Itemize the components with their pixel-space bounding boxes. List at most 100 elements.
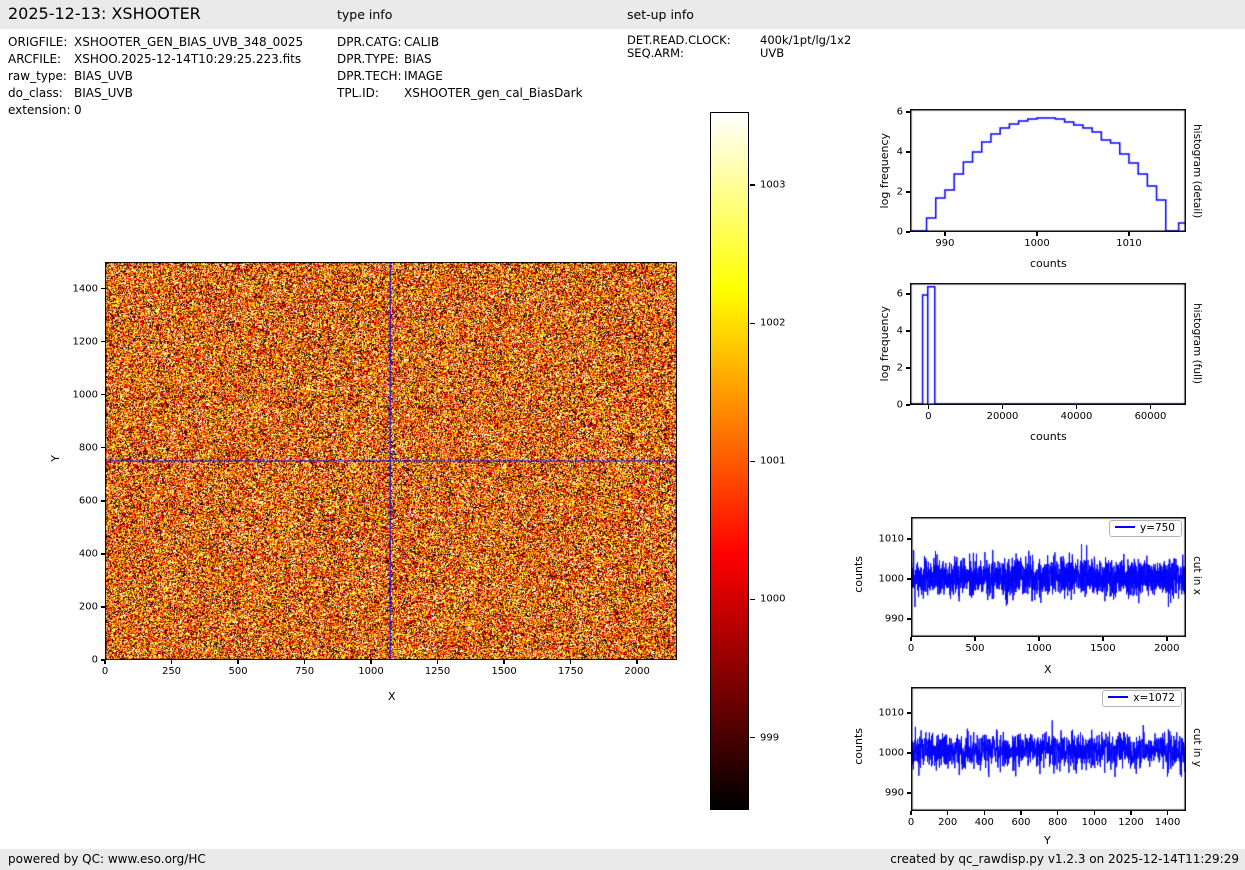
x-tick xyxy=(1166,637,1168,641)
field-label: extension: xyxy=(8,102,74,119)
cut-x-side-label: cut in x xyxy=(1191,556,1203,595)
x-tick-label: 1400 xyxy=(1155,817,1180,828)
x-tick xyxy=(1057,811,1059,815)
x-tick xyxy=(237,660,239,664)
legend-line-sample xyxy=(1115,526,1135,528)
legend-label: y=750 xyxy=(1140,522,1175,534)
colorbar-tick xyxy=(750,184,755,186)
y-tick-label: 800 xyxy=(79,442,98,453)
field-value: BIAS_UVB xyxy=(74,69,133,83)
x-tick-label: 0 xyxy=(925,411,931,422)
x-tick-label: 1010 xyxy=(1116,238,1141,249)
x-tick xyxy=(1128,232,1130,236)
main-y-axis-label: Y xyxy=(49,455,62,462)
section-header-setup-info: set-up info xyxy=(627,7,694,22)
field-value: XSHOOTER_gen_cal_BiasDark xyxy=(404,86,583,100)
colorbar-tick-label: 999 xyxy=(760,732,779,743)
y-tick-label: 1400 xyxy=(73,283,98,294)
x-tick xyxy=(1150,405,1152,409)
histogram-detail-canvas xyxy=(910,109,1186,232)
y-tick-label: 1000 xyxy=(73,389,98,400)
x-tick xyxy=(171,660,173,664)
file-info-row: ARCFILE:XSHOO.2025-12-14T10:29:25.223.fi… xyxy=(8,51,303,68)
x-tick-label: 990 xyxy=(935,238,954,249)
bias-image-canvas xyxy=(105,262,677,660)
field-value: BIAS xyxy=(404,52,432,66)
x-tick xyxy=(1002,405,1004,409)
y-tick xyxy=(906,367,910,369)
x-tick-label: 1500 xyxy=(491,666,516,677)
footer-left-text: powered by QC: www.eso.org/HC xyxy=(8,852,206,866)
field-label: TPL.ID: xyxy=(337,85,404,102)
field-value: CALIB xyxy=(404,35,439,49)
y-tick xyxy=(907,752,911,754)
y-tick-label: 0 xyxy=(897,226,903,237)
file-info-row: ORIGFILE:XSHOOTER_GEN_BIAS_UVB_348_0025 xyxy=(8,34,303,51)
x-tick-label: 1000 xyxy=(358,666,383,677)
y-tick xyxy=(906,151,910,153)
x-tick-label: 1250 xyxy=(425,666,450,677)
x-tick xyxy=(1038,637,1040,641)
page-title: 2025-12-13: XSHOOTER xyxy=(8,4,201,23)
y-tick-label: 990 xyxy=(885,613,904,624)
y-tick xyxy=(907,578,911,580)
histogram-detail-plot: 990100010100246 xyxy=(910,109,1186,232)
x-tick xyxy=(1102,637,1104,641)
y-tick-label: 1010 xyxy=(879,707,904,718)
field-value: XSHOO.2025-12-14T10:29:25.223.fits xyxy=(74,52,301,66)
x-tick xyxy=(1020,811,1022,815)
field-label: ORIGFILE: xyxy=(8,34,74,51)
x-tick-label: 200 xyxy=(938,817,957,828)
x-tick xyxy=(636,660,638,664)
y-tick xyxy=(101,659,105,661)
y-tick-label: 4 xyxy=(897,325,903,336)
y-tick-label: 6 xyxy=(897,106,903,117)
y-tick-label: 200 xyxy=(79,601,98,612)
field-value: 400k/1pt/lg/1x2 xyxy=(760,33,851,47)
colorbar-tick xyxy=(750,461,755,463)
y-tick-label: 2 xyxy=(897,186,903,197)
type-info-row: DPR.TYPE:BIAS xyxy=(337,51,583,68)
y-tick xyxy=(906,404,910,406)
file-info-row: raw_type:BIAS_UVB xyxy=(8,68,303,85)
main-x-axis-label: X xyxy=(388,690,396,703)
x-tick-label: 40000 xyxy=(1061,411,1093,422)
hist-full-side-label: histogram (full) xyxy=(1191,303,1203,384)
y-tick-label: 1200 xyxy=(73,336,98,347)
x-tick-label: 1750 xyxy=(558,666,583,677)
colorbar-tick-label: 1002 xyxy=(760,318,785,329)
cut-in-y-legend: x=1072 xyxy=(1102,690,1182,707)
y-tick-label: 0 xyxy=(92,654,98,665)
y-tick xyxy=(101,606,105,608)
y-tick-label: 2 xyxy=(897,362,903,373)
x-tick-label: 60000 xyxy=(1135,411,1167,422)
y-tick-label: 1000 xyxy=(879,573,904,584)
field-label: ARCFILE: xyxy=(8,51,74,68)
x-tick xyxy=(944,232,946,236)
legend-line-sample xyxy=(1108,696,1128,698)
x-tick-label: 2000 xyxy=(624,666,649,677)
field-label: DPR.TECH: xyxy=(337,68,404,85)
field-value: IMAGE xyxy=(404,69,443,83)
colorbar-tick-label: 1000 xyxy=(760,594,785,605)
cut-y-y-label: counts xyxy=(852,728,865,765)
x-tick-label: 0 xyxy=(908,643,914,654)
colorbar-tick xyxy=(750,323,755,325)
hist-detail-side-label: histogram (detail) xyxy=(1191,124,1203,218)
x-tick-label: 500 xyxy=(228,666,247,677)
y-tick-label: 990 xyxy=(885,787,904,798)
hist-full-x-label: counts xyxy=(1030,430,1067,443)
y-tick xyxy=(101,394,105,396)
bias-image-plot: 0250500750100012501500175020000200400600… xyxy=(105,262,677,660)
cut-x-x-label: X xyxy=(1044,663,1052,676)
x-tick-label: 1000 xyxy=(1082,817,1107,828)
y-tick xyxy=(906,330,910,332)
colorbar-tick xyxy=(750,737,755,739)
x-tick-label: 1200 xyxy=(1118,817,1143,828)
x-tick-label: 1000 xyxy=(1024,238,1049,249)
y-tick xyxy=(907,538,911,540)
cut-x-y-label: counts xyxy=(852,556,865,593)
field-label: DPR.CATG: xyxy=(337,34,404,51)
x-tick xyxy=(1167,811,1169,815)
x-tick-label: 750 xyxy=(295,666,314,677)
